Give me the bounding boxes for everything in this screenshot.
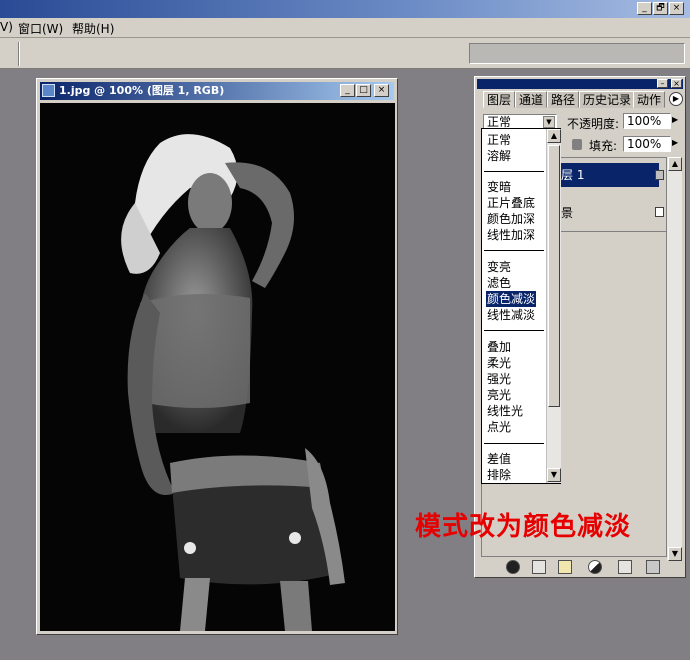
dropdown-separator xyxy=(484,250,544,251)
layer-name: 景 xyxy=(561,206,574,220)
opacity-value: 100% xyxy=(627,114,662,128)
menu-view[interactable]: V) xyxy=(0,20,13,34)
tab-history[interactable]: 历史记录 xyxy=(579,91,636,108)
doc-minimize-button[interactable]: _ xyxy=(340,84,355,97)
layer-row-1[interactable]: 层 1 xyxy=(557,163,659,187)
fill-value: 100% xyxy=(627,137,662,151)
document-window: 1.jpg @ 100% (图层 1, RGB) _ □ × xyxy=(36,78,398,635)
blend-option-selected[interactable]: 颜色减淡 xyxy=(486,291,537,307)
new-group-icon[interactable] xyxy=(558,560,572,574)
minimize-app-button[interactable]: _ xyxy=(637,2,652,15)
dropdown-separator xyxy=(484,171,544,172)
document-icon xyxy=(42,84,55,97)
blend-option[interactable]: 变亮 xyxy=(486,259,512,275)
blend-option[interactable]: 差值 xyxy=(486,451,512,467)
blend-option[interactable]: 正常 xyxy=(486,132,512,148)
blend-option[interactable]: 亮光 xyxy=(486,387,512,403)
layer-mask-icon[interactable] xyxy=(532,560,546,574)
menu-bar: V) 窗口(W) 帮助(H) xyxy=(0,18,690,38)
layer-lock-icon xyxy=(655,170,664,180)
palette-menu-arrow-icon[interactable]: ▶ xyxy=(669,92,683,106)
dropdown-scroll-thumb[interactable] xyxy=(548,145,560,407)
dropdown-scrollbar[interactable]: ▲ ▼ xyxy=(546,129,561,483)
opacity-input[interactable]: 100% xyxy=(623,113,671,129)
adjustment-layer-icon[interactable] xyxy=(588,560,602,574)
blend-option[interactable]: 点光 xyxy=(486,419,512,435)
tab-layers[interactable]: 图层 xyxy=(483,91,516,108)
layer-row-background[interactable]: 景 xyxy=(557,201,659,225)
dropdown-separator xyxy=(484,330,544,331)
scroll-down-icon[interactable]: ▼ xyxy=(668,547,682,561)
image-canvas[interactable] xyxy=(40,103,395,631)
document-title: 1.jpg @ 100% (图层 1, RGB) xyxy=(59,84,225,97)
tab-paths[interactable]: 路径 xyxy=(547,91,580,108)
chevron-down-icon[interactable]: ▼ xyxy=(543,116,555,128)
restore-app-button[interactable]: 🗗 xyxy=(653,2,668,15)
tab-actions[interactable]: 动作 xyxy=(633,91,666,108)
inverted-photo-figure xyxy=(40,103,395,631)
palette-minimize-button[interactable]: – xyxy=(657,79,668,88)
blend-option[interactable]: 线性加深 xyxy=(486,227,536,243)
blend-option[interactable]: 正片叠底 xyxy=(486,195,536,211)
dropdown-scroll-up-icon[interactable]: ▲ xyxy=(547,129,561,143)
layer-name: 层 1 xyxy=(561,168,585,182)
doc-maximize-button[interactable]: □ xyxy=(356,84,371,97)
palette-well[interactable] xyxy=(469,43,685,64)
blend-option[interactable]: 线性减淡 xyxy=(486,307,536,323)
blend-option[interactable]: 变暗 xyxy=(486,179,512,195)
blend-option[interactable]: 滤色 xyxy=(486,275,512,291)
lock-icon[interactable] xyxy=(572,139,582,150)
palette-title-bar[interactable] xyxy=(477,79,683,89)
options-bar xyxy=(0,38,690,69)
blend-option[interactable]: 叠加 xyxy=(486,339,512,355)
tab-channels[interactable]: 通道 xyxy=(515,91,548,108)
fill-label: 填充: xyxy=(589,139,618,153)
palette-close-button[interactable]: × xyxy=(671,79,682,88)
blend-option[interactable]: 溶解 xyxy=(486,148,512,164)
doc-close-button[interactable]: × xyxy=(374,84,389,97)
instruction-caption: 模式改为颜色减淡 xyxy=(415,512,632,542)
blend-mode-value: 正常 xyxy=(487,115,512,129)
close-app-button[interactable]: × xyxy=(669,2,684,15)
menu-window[interactable]: 窗口(W) xyxy=(18,20,63,37)
fill-arrow-icon[interactable]: ▶ xyxy=(672,138,678,147)
dropdown-separator xyxy=(484,443,544,444)
dropdown-scroll-down-icon[interactable]: ▼ xyxy=(547,468,561,482)
blend-option[interactable]: 柔光 xyxy=(486,355,512,371)
blend-option[interactable]: 颜色加深 xyxy=(486,211,536,227)
trash-icon[interactable] xyxy=(646,560,660,574)
background-lock-icon xyxy=(655,207,664,217)
blend-option[interactable]: 强光 xyxy=(486,371,512,387)
app-title-bar: _ 🗗 × xyxy=(0,0,690,18)
scroll-up-icon[interactable]: ▲ xyxy=(668,157,682,171)
palette-bottom-toolbar xyxy=(480,560,680,576)
palette-scrollbar[interactable] xyxy=(667,157,682,561)
fill-input[interactable]: 100% xyxy=(623,136,671,152)
blend-option[interactable]: 排除 xyxy=(486,467,512,483)
menu-help[interactable]: 帮助(H) xyxy=(72,20,114,37)
options-separator xyxy=(18,42,20,66)
new-layer-icon[interactable] xyxy=(618,560,632,574)
blend-option[interactable]: 线性光 xyxy=(486,403,524,419)
opacity-label: 不透明度: xyxy=(567,117,620,131)
blend-mode-dropdown: 正常 溶解 变暗 正片叠底 颜色加深 线性加深 变亮 滤色 颜色减淡 线性减淡 … xyxy=(481,128,561,484)
layer-divider xyxy=(557,231,667,232)
layer-style-icon[interactable] xyxy=(506,560,520,574)
opacity-arrow-icon[interactable]: ▶ xyxy=(672,115,678,124)
